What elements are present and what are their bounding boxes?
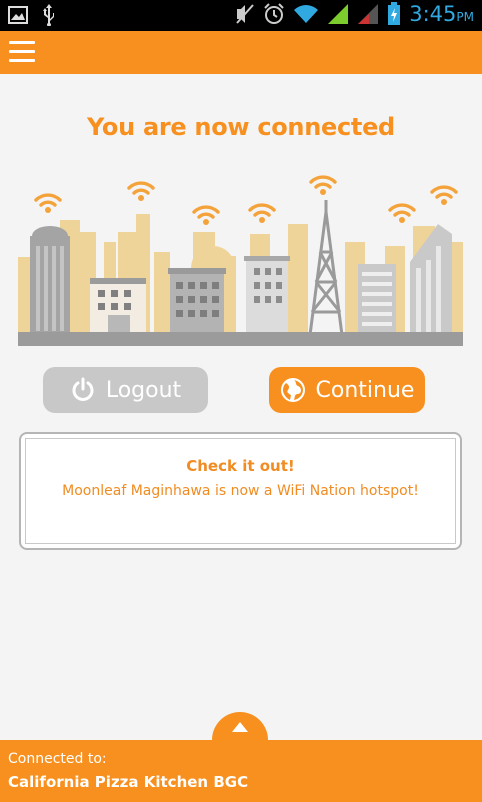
continue-button[interactable]: Continue bbox=[269, 367, 425, 413]
connected-to-label: Connected to: bbox=[8, 751, 107, 767]
app-bar bbox=[0, 31, 482, 74]
notice-message: Moonleaf Maginhawa is now a WiFi Nation … bbox=[62, 483, 419, 499]
logout-label: Logout bbox=[105, 377, 182, 403]
notice-card: Check it out! Moonleaf Maginhawa is now … bbox=[19, 432, 462, 550]
signal-icon bbox=[358, 4, 379, 24]
network-name: California Pizza Kitchen BGC bbox=[8, 773, 249, 791]
usb-icon bbox=[43, 4, 54, 26]
mute-icon bbox=[236, 4, 254, 24]
hamburger-menu-icon[interactable] bbox=[9, 41, 35, 63]
signal-icon bbox=[328, 4, 349, 24]
power-icon bbox=[72, 377, 94, 401]
logout-button[interactable]: Logout bbox=[43, 367, 208, 413]
notice-title: Check it out! bbox=[186, 457, 295, 475]
picture-icon bbox=[8, 6, 28, 24]
page-title: You are now connected bbox=[87, 113, 395, 141]
chevron-up-icon bbox=[232, 722, 248, 732]
globe-icon bbox=[280, 378, 305, 402]
continue-label: Continue bbox=[315, 377, 415, 403]
wifi-icon bbox=[294, 5, 319, 23]
alarm-icon bbox=[264, 3, 284, 24]
notice-inner: Check it out! Moonleaf Maginhawa is now … bbox=[25, 438, 456, 544]
status-bar: 3:45PM bbox=[0, 0, 482, 31]
status-time: 3:45PM bbox=[409, 2, 474, 26]
city-skyline-illustration bbox=[18, 175, 463, 346]
connection-footer bbox=[0, 740, 482, 802]
battery-charging-icon bbox=[388, 2, 401, 25]
